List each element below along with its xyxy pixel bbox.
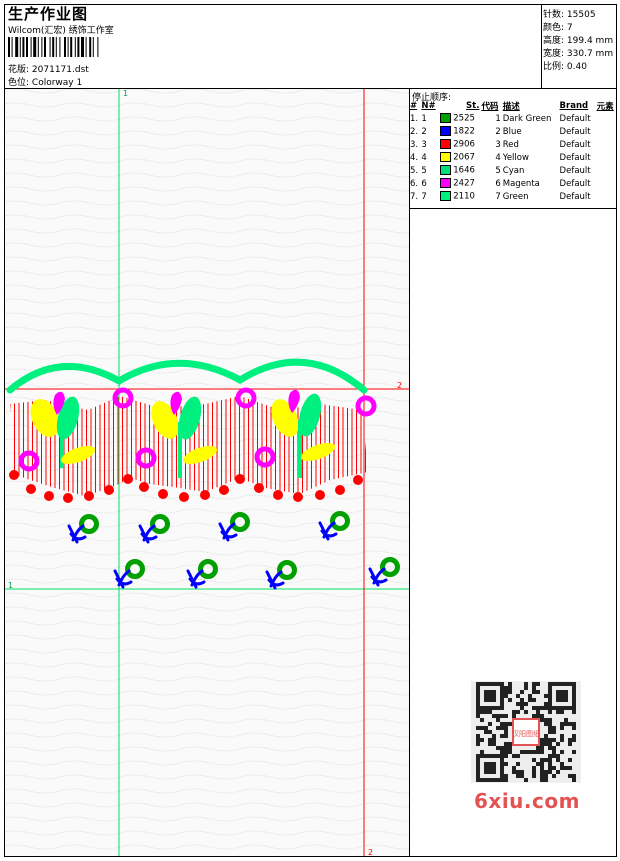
table-bottom-divider bbox=[409, 208, 617, 209]
thread-row: 4. 4 2067 4 Yellow Default bbox=[410, 152, 591, 163]
thread-table: # N# St. 代码 描述 Brand 元素 1. 1 2525 1 Dark Gr… bbox=[409, 99, 617, 203]
thread-row: 1. 1 2525 1 Dark Green Default bbox=[410, 113, 591, 124]
design-row: 花版: 2071171.dst bbox=[8, 62, 89, 75]
info-colors: 颜色: 7 bbox=[543, 23, 573, 33]
company-name: Wilcom(汇宏) 绣饰工作室 bbox=[8, 26, 114, 36]
color-swatch bbox=[439, 139, 451, 150]
guide-label-green-top: 1 bbox=[123, 89, 128, 98]
color-swatch bbox=[439, 152, 451, 163]
qr-code-icon: 汉阳图纸 bbox=[471, 681, 581, 783]
thread-row: 5. 5 1646 5 Cyan Default bbox=[410, 165, 591, 176]
thread-row: 7. 7 2110 7 Green Default bbox=[410, 191, 591, 202]
watermark-site: 6xiu.com bbox=[474, 789, 580, 813]
colorway-label: 色位: bbox=[8, 78, 30, 88]
thread-row: 6. 6 2427 6 Magenta Default bbox=[410, 178, 591, 189]
info-scale: 比例: 0.40 bbox=[543, 62, 587, 72]
color-swatch bbox=[439, 165, 451, 176]
page-title: 生产作业图 bbox=[8, 5, 89, 23]
guide-label-green-left: 1 bbox=[8, 581, 13, 590]
thread-table-header: # N# St. 代码 描述 Brand 元素 bbox=[410, 100, 614, 112]
table-divider bbox=[409, 88, 410, 857]
info-height: 高度: 199.4 mm bbox=[543, 36, 614, 46]
color-swatch bbox=[439, 113, 451, 124]
embroidery-canvas: 1 1 2 2 bbox=[5, 89, 409, 856]
info-divider bbox=[541, 4, 542, 88]
colorway-row: 色位: Colorway 1 bbox=[8, 75, 82, 88]
design-label: 花版: bbox=[8, 65, 30, 75]
color-swatch bbox=[439, 191, 451, 202]
color-swatch bbox=[439, 178, 451, 189]
guide-label-red-bottom: 2 bbox=[368, 848, 373, 856]
barcode-icon bbox=[8, 37, 99, 57]
color-swatch bbox=[439, 126, 451, 137]
seal-text: 汉阳图纸 bbox=[512, 729, 540, 738]
colorway-value: Colorway 1 bbox=[31, 78, 83, 88]
design-value: 2071171.dst bbox=[31, 65, 89, 75]
thread-row: 3. 3 2906 3 Red Default bbox=[410, 139, 591, 150]
info-stitches: 针数: 15505 bbox=[543, 10, 596, 20]
guide-label-red-right: 2 bbox=[397, 381, 402, 390]
thread-row: 2. 2 1822 2 Blue Default bbox=[410, 126, 591, 137]
info-width: 宽度: 330.7 mm bbox=[543, 49, 614, 59]
